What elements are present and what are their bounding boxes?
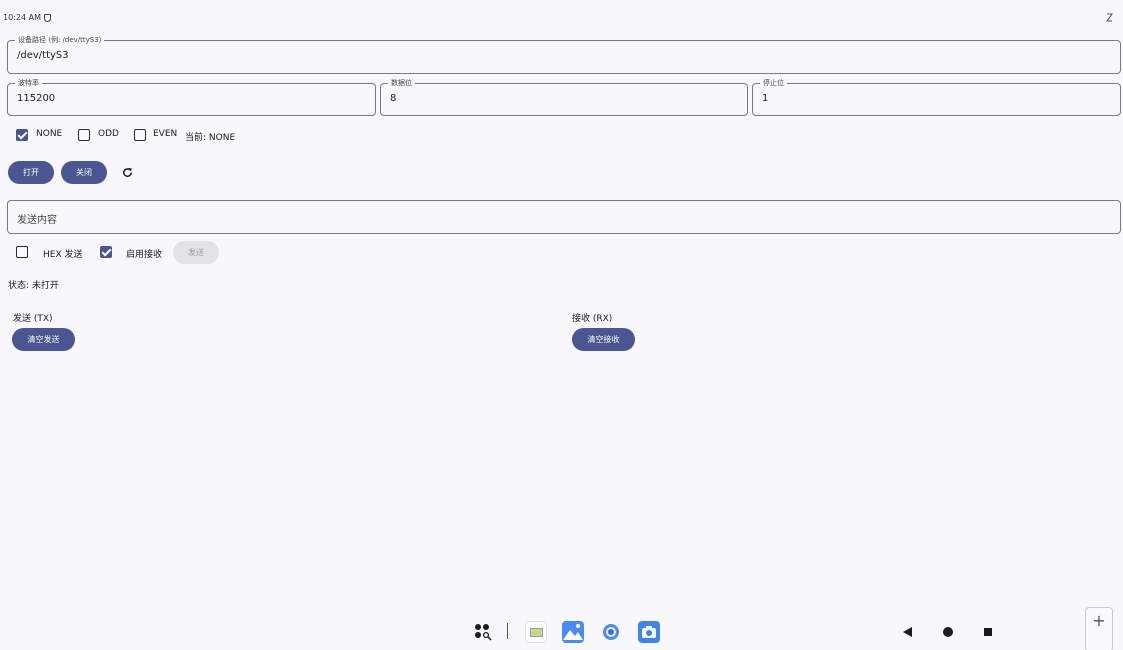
data-bits-field[interactable]: 数据位 8 xyxy=(380,78,748,116)
enable-receive-checkbox[interactable] xyxy=(100,246,112,258)
parity-current-text: 当前: NONE xyxy=(185,133,236,143)
recents-icon[interactable] xyxy=(984,628,992,636)
send-content-placeholder: 发送内容 xyxy=(17,215,57,226)
camera-app-icon[interactable] xyxy=(638,621,660,643)
clock-text: 10:24 AM xyxy=(3,13,41,22)
parity-odd-checkbox[interactable] xyxy=(78,129,90,141)
parity-even-checkbox[interactable] xyxy=(134,129,146,141)
baud-rate-label: 波特率 xyxy=(15,78,42,89)
open-button[interactable]: 打开 xyxy=(8,161,54,184)
device-path-field[interactable]: 设备路径 (例: /dev/ttyS3) /dev/ttyS3 xyxy=(7,35,1121,74)
parity-odd-label: ODD xyxy=(98,129,119,139)
send-button[interactable]: 发送 xyxy=(173,241,219,264)
stop-bits-value: 1 xyxy=(762,93,769,104)
connection-status: 状态: 未打开 xyxy=(8,281,59,291)
zoom-control[interactable]: + xyxy=(1085,607,1113,650)
data-bits-value: 8 xyxy=(390,93,397,104)
parity-none-checkbox[interactable] xyxy=(16,129,28,141)
rx-panel-title: 接收 (RX) xyxy=(572,314,613,324)
clear-tx-button[interactable]: 清空发送 xyxy=(12,328,75,351)
home-icon[interactable] xyxy=(943,627,953,637)
refresh-icon[interactable] xyxy=(122,167,133,178)
device-path-label: 设备路径 (例: /dev/ttyS3) xyxy=(15,35,105,46)
app-drawer-icon[interactable] xyxy=(474,623,492,641)
shield-icon xyxy=(43,13,51,22)
browser-app-icon[interactable] xyxy=(600,621,622,643)
photos-app-icon[interactable] xyxy=(562,621,584,643)
hex-send-checkbox[interactable] xyxy=(16,246,28,258)
stop-bits-field[interactable]: 停止位 1 xyxy=(752,78,1121,116)
baud-rate-field[interactable]: 波特率 115200 xyxy=(7,78,376,116)
baud-rate-value: 115200 xyxy=(17,93,56,104)
send-content-input[interactable]: 发送内容 xyxy=(7,200,1121,234)
zoom-in-icon[interactable]: + xyxy=(1092,611,1105,630)
gallery-app-icon[interactable] xyxy=(525,621,547,643)
parity-none-label: NONE xyxy=(36,129,63,139)
stop-bits-label: 停止位 xyxy=(760,78,787,89)
enable-receive-label: 启用接收 xyxy=(126,250,163,260)
close-button[interactable]: 关闭 xyxy=(61,161,107,184)
parity-even-label: EVEN xyxy=(153,129,178,139)
back-icon[interactable] xyxy=(903,627,912,637)
data-bits-label: 数据位 xyxy=(388,78,415,89)
notification-icon xyxy=(1106,13,1113,24)
hex-send-label: HEX 发送 xyxy=(43,250,83,260)
clear-rx-button[interactable]: 清空接收 xyxy=(572,328,635,351)
tx-panel-title: 发送 (TX) xyxy=(13,314,53,324)
taskbar-divider xyxy=(507,623,508,639)
device-path-value: /dev/ttyS3 xyxy=(17,50,69,61)
status-bar-time: 10:24 AM xyxy=(3,13,51,22)
